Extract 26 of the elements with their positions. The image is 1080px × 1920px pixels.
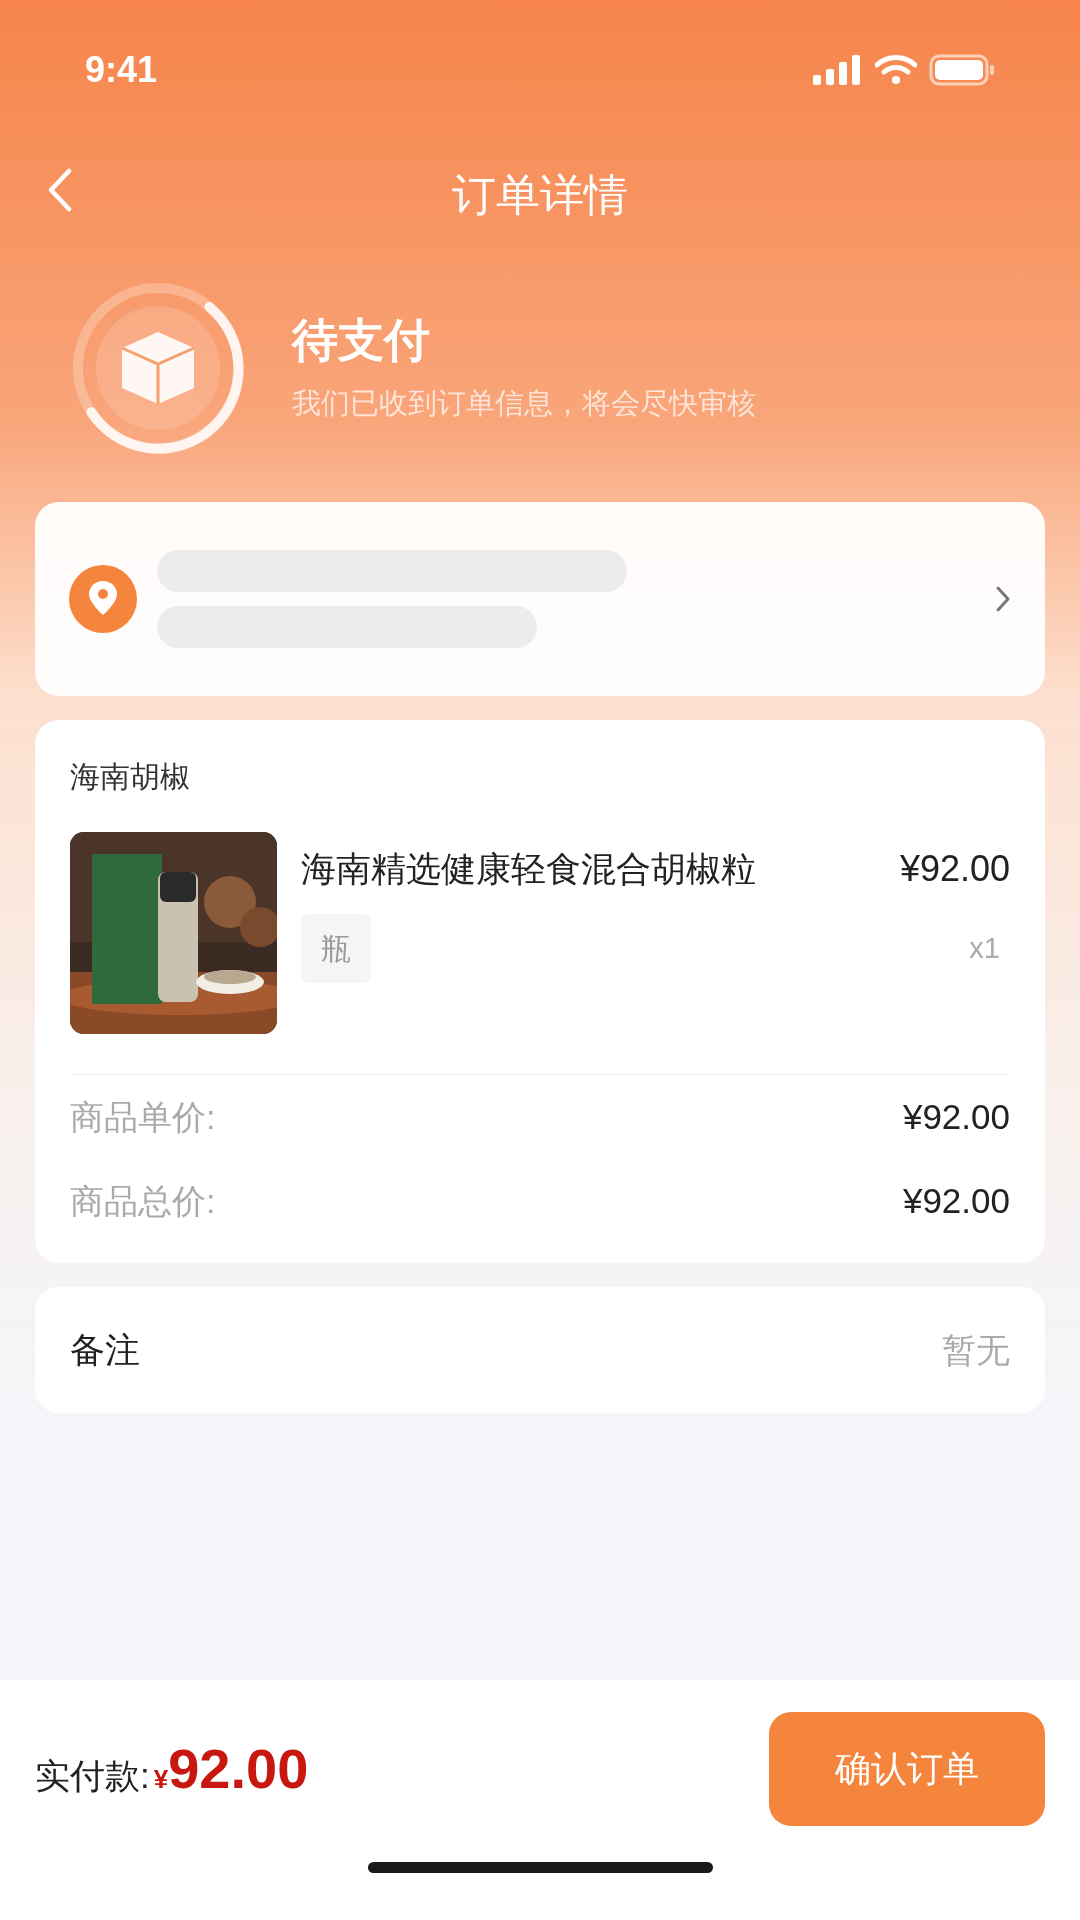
page-title: 订单详情 bbox=[452, 169, 628, 221]
total-amount: 92.00 bbox=[168, 1736, 309, 1802]
wifi-icon bbox=[875, 55, 917, 85]
summary-label: 商品总价: bbox=[70, 1180, 216, 1222]
product-name: 海南精选健康轻食混合胡椒粒 bbox=[301, 847, 756, 890]
remark-value: 暂无 bbox=[942, 1329, 1010, 1371]
confirm-order-button[interactable]: 确认订单 bbox=[769, 1712, 1045, 1826]
summary-value: ¥92.00 bbox=[902, 1095, 1010, 1138]
product-price: ¥92.00 bbox=[899, 847, 1010, 891]
total-label: 实付款: bbox=[35, 1755, 150, 1797]
order-status-message: 我们已收到订单信息，将会尽快审核 bbox=[292, 389, 756, 418]
order-status-title: 待支付 bbox=[292, 317, 431, 363]
shop-name: 海南胡椒 bbox=[70, 762, 191, 792]
currency-sign: ¥ bbox=[153, 1764, 169, 1796]
signal-icon bbox=[813, 55, 863, 85]
remark-label: 备注 bbox=[70, 1328, 140, 1371]
battery-icon bbox=[929, 54, 995, 86]
quantity: x1 bbox=[969, 930, 1000, 966]
back-icon bbox=[47, 168, 73, 212]
summary-value: ¥92.00 bbox=[902, 1179, 1010, 1222]
address-card[interactable] bbox=[35, 502, 1045, 696]
spec-tag: 瓶 bbox=[301, 914, 371, 983]
status-time: 9:41 bbox=[85, 48, 158, 92]
chevron-right-icon bbox=[995, 585, 1011, 613]
summary-label: 商品单价: bbox=[70, 1096, 216, 1138]
location-icon bbox=[69, 565, 137, 633]
